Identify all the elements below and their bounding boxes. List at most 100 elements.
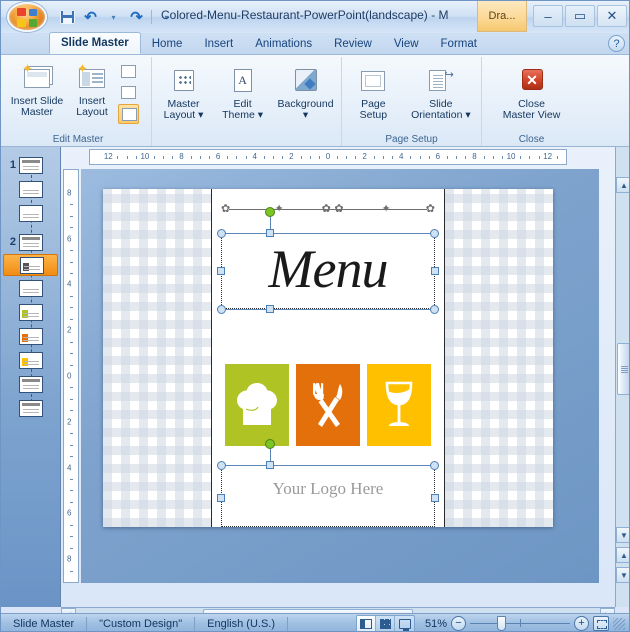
redo-button[interactable]: ↷ [126,7,147,27]
rotate-handle[interactable] [265,207,275,217]
ruler-tick-mark [199,156,201,159]
tab-format[interactable]: Format [430,33,488,54]
layout-item[interactable] [1,324,60,348]
resize-handle-br[interactable] [430,305,439,314]
resize-handle-t[interactable] [266,229,274,237]
minimize-button[interactable]: – [533,5,563,27]
resize-handle-b[interactable] [266,305,274,313]
slide-sorter-button[interactable] [376,615,395,631]
preserve-master-button[interactable] [118,62,139,82]
layout-item[interactable] [1,276,60,300]
layout-thumbnail [19,327,43,345]
master-number-1: 1 [9,159,16,171]
fit-to-window-button[interactable] [593,616,609,631]
layout-item[interactable] [1,348,60,372]
resize-handle-tl[interactable] [217,229,226,238]
scroll-up-button[interactable]: ▲ [616,177,629,193]
tile-chef-hat[interactable] [225,364,289,446]
normal-view-button[interactable] [357,615,376,631]
resize-handle-l[interactable] [217,267,225,275]
help-icon[interactable]: ? [608,35,625,52]
ruler-tick-mark [70,307,73,309]
layout-item[interactable] [1,201,60,225]
status-view-name: Slide Master [13,617,75,630]
resize-grip-icon[interactable] [613,617,625,630]
ruler-tick-label: 2 [362,152,367,161]
ruler-tick-mark [70,479,73,480]
ruler-tick-mark [70,250,73,252]
chef-hat-icon [237,383,277,425]
vertical-scrollbar[interactable]: ▲ ▼ ▲ ▼ [615,147,629,607]
layout-item[interactable] [1,177,60,201]
slide-surface[interactable]: ✿ ✦ ✿ ✿ ✦ ✿ Menu Your Logo Here [103,189,553,527]
contextual-tab-drawing-tools[interactable]: Dra... [477,1,527,32]
zoom-in-button[interactable]: + [574,616,589,631]
status-theme-name[interactable]: "Custom Design" [87,614,194,632]
zoom-level-label[interactable]: 51% [419,618,447,630]
master-layout-button[interactable]: Master Layout ▾ [155,63,212,123]
resize-handle-tr[interactable] [430,461,439,470]
resize-handle-bl[interactable] [217,305,226,314]
undo-dropdown[interactable]: ▾ [103,7,124,27]
slide-orientation-button[interactable]: ↪ Slide Orientation ▾ [404,63,478,123]
slide-master-thumbnail-pane[interactable]: 1 2 [1,147,61,607]
insert-placeholder-button[interactable] [118,83,139,103]
layout-item[interactable] [1,396,60,420]
ruler-tick-mark [70,444,73,446]
ribbon-group-edit-master: ✦ Insert Slide Master ✦ Insert Layout Ed… [5,57,151,146]
page-setup-button[interactable]: Page Setup [345,63,402,123]
resize-handle-tr[interactable] [430,229,439,238]
ruler-tick-mark [483,156,485,159]
layout-item[interactable] [1,300,60,324]
save-button[interactable] [57,7,78,27]
slideshow-button[interactable] [395,616,414,632]
tab-animations[interactable]: Animations [244,33,323,54]
vertical-ruler[interactable]: 8 6 4 2 0 2 4 6 8 [63,169,79,583]
undo-button[interactable]: ↶ [80,7,101,27]
master-item-2[interactable]: 2 [1,230,60,254]
master-item-1[interactable]: 1 [1,153,60,177]
close-button[interactable]: ✕ [597,5,627,27]
tile-wine-glass[interactable] [367,364,431,446]
zoom-slider[interactable] [470,616,570,631]
tab-insert[interactable]: Insert [193,33,244,54]
resize-handle-tl[interactable] [217,461,226,470]
tab-review[interactable]: Review [323,33,383,54]
close-master-view-button[interactable]: ✕ Close Master View [491,63,573,123]
resize-handle-r[interactable] [431,267,439,275]
layout-item-selected[interactable] [3,254,58,276]
undo-icon: ↶ [84,8,97,26]
slide-sorter-icon [379,618,391,629]
zoom-out-button[interactable]: − [451,616,466,631]
previous-slide-button[interactable]: ▲ [616,547,629,563]
ruler-tick-label: 2 [67,325,72,335]
ruler-tick-mark [245,156,247,159]
horizontal-ruler[interactable]: 12 10 8 6 4 2 0 2 4 6 8 10 12 [89,149,567,165]
scroll-down-button[interactable]: ▼ [616,527,629,543]
resize-handle-l[interactable] [217,494,225,502]
tile-fork-knife[interactable] [296,364,360,446]
edit-theme-button[interactable]: A Edit Theme ▾ [214,63,271,123]
layout-item[interactable] [1,372,60,396]
title-selection-edge [221,233,435,234]
ruler-tick-mark [492,156,494,159]
slide-canvas-area[interactable]: ✿ ✦ ✿ ✿ ✦ ✿ Menu Your Logo Here [81,169,599,583]
flourish-icon: ✿ [321,203,331,215]
office-button[interactable] [7,2,47,32]
next-slide-button[interactable]: ▼ [616,567,629,583]
tab-slide-master[interactable]: Slide Master [49,32,141,54]
background-button[interactable]: Background ▾ [273,63,338,123]
maximize-button[interactable]: ▭ [565,5,595,27]
insert-slide-master-button[interactable]: ✦ Insert Slide Master [8,60,66,120]
status-language[interactable]: English (U.S.) [195,614,287,632]
tab-view[interactable]: View [383,33,430,54]
zoom-slider-handle[interactable] [497,616,506,631]
rotate-handle[interactable] [265,439,275,449]
tab-home[interactable]: Home [141,33,194,54]
title-toggle-button[interactable] [118,104,139,124]
resize-handle-r[interactable] [431,494,439,502]
insert-layout-button[interactable]: ✦ Insert Layout [68,60,116,120]
scrollbar-thumb[interactable] [617,343,629,395]
icon-tiles [225,364,431,446]
resize-handle-t[interactable] [266,461,274,469]
